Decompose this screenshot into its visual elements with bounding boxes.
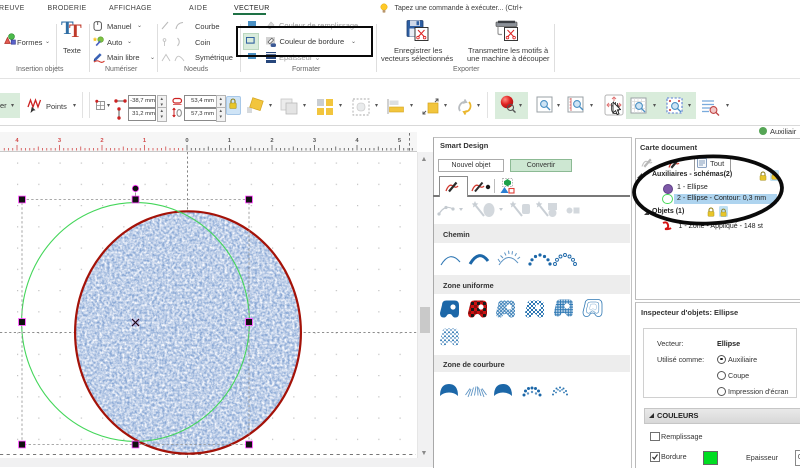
svg-text:2: 2 [100, 138, 103, 144]
svg-text:0: 0 [185, 138, 188, 144]
svg-text:2: 2 [270, 138, 273, 144]
